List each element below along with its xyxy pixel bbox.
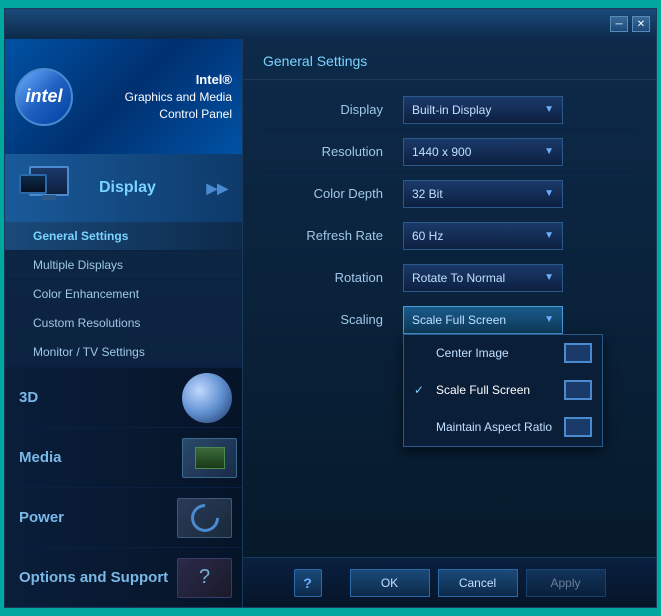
rotation-setting-row: Rotation Rotate To Normal ▼ <box>263 258 636 298</box>
center-image-label: Center Image <box>436 346 509 360</box>
display-control: Built-in Display ▼ <box>403 96 636 124</box>
help-button[interactable]: ? <box>294 569 322 597</box>
center-image-check <box>414 346 428 360</box>
rotation-value: Rotate To Normal <box>412 271 505 285</box>
rotation-control: Rotate To Normal ▼ <box>403 264 636 292</box>
sidebar-section-options-label: Options and Support <box>19 569 168 586</box>
display-dropdown[interactable]: Built-in Display ▼ <box>403 96 563 124</box>
title-bar-buttons: ─ ✕ <box>610 16 650 32</box>
settings-area: Display Built-in Display ▼ Resolution 14… <box>243 80 656 557</box>
scaling-option-center-image[interactable]: Center Image <box>404 335 602 372</box>
refresh-rate-dropdown-arrow: ▼ <box>544 230 554 241</box>
scaling-value: Scale Full Screen <box>412 313 506 327</box>
intel-logo: intel <box>15 68 73 126</box>
display-expand-icon: ▶▶ <box>206 180 228 197</box>
close-button[interactable]: ✕ <box>632 16 650 32</box>
sidebar-section-3d-label: 3D <box>19 389 38 406</box>
minimize-button[interactable]: ─ <box>610 16 628 32</box>
scaling-option-maintain-aspect-ratio[interactable]: Maintain Aspect Ratio <box>404 409 602 446</box>
scale-full-screen-preview <box>564 380 592 400</box>
sidebar-item-custom-resolutions[interactable]: Custom Resolutions <box>5 309 242 338</box>
sidebar-section-3d[interactable]: 3D <box>5 367 242 427</box>
logo-area: intel Intel® Graphics and Media Control … <box>5 39 242 154</box>
scale-full-screen-label: Scale Full Screen <box>436 383 530 397</box>
scaling-option-scale-full-screen[interactable]: ✓ Scale Full Screen <box>404 372 602 409</box>
main-window: ─ ✕ intel Intel® Graphics and Media Cont… <box>4 8 657 608</box>
sidebar-item-multiple-displays[interactable]: Multiple Displays <box>5 251 242 280</box>
rotation-label: Rotation <box>263 270 403 285</box>
scaling-setting-row: Scaling Scale Full Screen ▼ C <box>263 300 636 340</box>
scale-full-screen-check: ✓ <box>414 383 428 397</box>
resolution-label: Resolution <box>263 144 403 159</box>
refresh-rate-label: Refresh Rate <box>263 228 403 243</box>
content-area: intel Intel® Graphics and Media Control … <box>5 39 656 607</box>
color-depth-setting-row: Color Depth 32 Bit ▼ <box>263 174 636 214</box>
maintain-aspect-preview <box>564 417 592 437</box>
resolution-control: 1440 x 900 ▼ <box>403 138 636 166</box>
display-label: Display <box>263 102 403 117</box>
resolution-setting-row: Resolution 1440 x 900 ▼ <box>263 132 636 172</box>
media-icon <box>182 438 237 478</box>
color-depth-control: 32 Bit ▼ <box>403 180 636 208</box>
sidebar: intel Intel® Graphics and Media Control … <box>5 39 243 607</box>
logo-text: Intel® Graphics and Media Control Panel <box>83 71 232 123</box>
color-depth-value: 32 Bit <box>412 187 443 201</box>
sidebar-section-media[interactable]: Media <box>5 427 242 487</box>
scaling-control: Scale Full Screen ▼ Center Image <box>403 306 636 334</box>
center-image-preview <box>564 343 592 363</box>
display-setting-row: Display Built-in Display ▼ <box>263 90 636 130</box>
sidebar-section-power[interactable]: Power <box>5 487 242 547</box>
main-panel: General Settings Display Built-in Displa… <box>243 39 656 607</box>
power-icon <box>177 498 232 538</box>
display-value: Built-in Display <box>412 103 491 117</box>
display-icon <box>19 164 89 212</box>
display-dropdown-arrow: ▼ <box>544 104 554 115</box>
resolution-value: 1440 x 900 <box>412 145 471 159</box>
color-depth-dropdown-arrow: ▼ <box>544 188 554 199</box>
refresh-rate-setting-row: Refresh Rate 60 Hz ▼ <box>263 216 636 256</box>
rotation-dropdown[interactable]: Rotate To Normal ▼ <box>403 264 563 292</box>
sidebar-section-display[interactable]: Display ▶▶ <box>5 154 242 222</box>
refresh-rate-value: 60 Hz <box>412 229 443 243</box>
resolution-dropdown-arrow: ▼ <box>544 146 554 157</box>
options-icon: ? <box>177 558 232 598</box>
sidebar-item-color-enhancement[interactable]: Color Enhancement <box>5 280 242 309</box>
title-bar: ─ ✕ <box>5 9 656 39</box>
bottom-bar: ? OK Cancel Apply <box>243 557 656 607</box>
sidebar-section-power-label: Power <box>19 509 64 526</box>
3d-sphere-icon <box>182 373 232 423</box>
sidebar-section-media-label: Media <box>19 449 62 466</box>
maintain-aspect-check <box>414 420 428 434</box>
cancel-button[interactable]: Cancel <box>438 569 518 597</box>
sidebar-section-options-support[interactable]: Options and Support ? <box>5 547 242 607</box>
maintain-aspect-label: Maintain Aspect Ratio <box>436 420 552 434</box>
resolution-dropdown[interactable]: 1440 x 900 ▼ <box>403 138 563 166</box>
rotation-dropdown-arrow: ▼ <box>544 272 554 283</box>
sidebar-section-display-label: Display <box>99 179 156 197</box>
display-submenu: General Settings Multiple Displays Color… <box>5 222 242 367</box>
color-depth-label: Color Depth <box>263 186 403 201</box>
panel-title: General Settings <box>243 39 656 80</box>
scaling-dropdown-menu: Center Image ✓ Scale Full Screen <box>403 334 603 447</box>
apply-button[interactable]: Apply <box>526 569 606 597</box>
refresh-rate-dropdown[interactable]: 60 Hz ▼ <box>403 222 563 250</box>
scaling-dropdown-arrow: ▼ <box>544 314 554 325</box>
sidebar-item-general-settings[interactable]: General Settings <box>5 222 242 251</box>
color-depth-dropdown[interactable]: 32 Bit ▼ <box>403 180 563 208</box>
sidebar-item-monitor-tv-settings[interactable]: Monitor / TV Settings <box>5 338 242 367</box>
monitor-small-icon <box>19 174 47 194</box>
ok-button[interactable]: OK <box>350 569 430 597</box>
scaling-dropdown-container: Scale Full Screen ▼ Center Image <box>403 306 563 334</box>
scaling-label: Scaling <box>263 312 403 327</box>
refresh-rate-control: 60 Hz ▼ <box>403 222 636 250</box>
scaling-dropdown[interactable]: Scale Full Screen ▼ <box>403 306 563 334</box>
